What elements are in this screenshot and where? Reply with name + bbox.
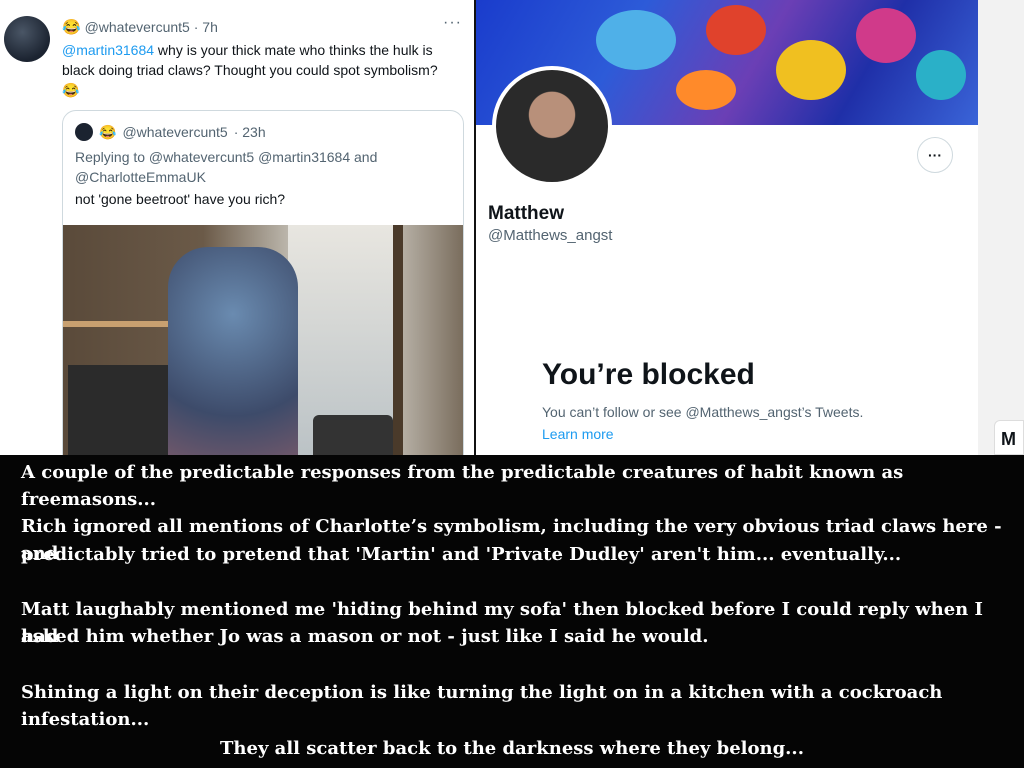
banner-shape bbox=[856, 8, 916, 63]
quoted-tweet[interactable]: 😂 @whatevercunt5 · 23h Replying to @what… bbox=[62, 110, 464, 455]
banner-shape bbox=[706, 5, 766, 55]
caption-line: A couple of the predictable responses fr… bbox=[21, 462, 904, 510]
laughing-emoji-icon: 😂 bbox=[62, 82, 80, 98]
caption-line: Shining a light on their deception is li… bbox=[21, 682, 943, 730]
more-options-icon[interactable]: ··· bbox=[917, 137, 953, 173]
blocked-subtitle: You can’t follow or see @Matthews_angst’… bbox=[542, 404, 864, 420]
laughing-emoji-icon: 😂 bbox=[62, 19, 81, 36]
banner-shape bbox=[676, 70, 736, 110]
user-avatar[interactable] bbox=[4, 16, 50, 62]
window-frame bbox=[393, 225, 403, 455]
caption-line: They all scatter back to the darkness wh… bbox=[220, 738, 804, 759]
quote-handle: @whatevercunt5 bbox=[122, 124, 228, 140]
quote-photo[interactable] bbox=[63, 225, 463, 455]
tweet-header: 😂 @whatevercunt5 · 7h bbox=[62, 18, 218, 36]
caption-line: predictably tried to pretend that 'Marti… bbox=[21, 544, 902, 565]
profile-handle: @Matthews_angst bbox=[488, 227, 613, 244]
tweet-text: @martin31684 why is your thick mate who … bbox=[62, 40, 462, 100]
caption-block: A couple of the predictable responses fr… bbox=[0, 455, 1024, 768]
replying-to: Replying to @whatevercunt5 @martin31684 … bbox=[75, 149, 378, 185]
tweet-time[interactable]: · 7h bbox=[194, 19, 218, 35]
banner-shape bbox=[596, 10, 676, 70]
learn-more-link[interactable]: Learn more bbox=[542, 426, 614, 442]
profile-avatar[interactable] bbox=[492, 66, 612, 186]
couch bbox=[313, 415, 393, 455]
quote-text: not 'gone beetroot' have you rich? bbox=[75, 191, 286, 207]
quote-header: 😂 @whatevercunt5 · 23h bbox=[75, 123, 266, 141]
banner-shape bbox=[916, 50, 966, 100]
person-figure bbox=[168, 247, 298, 455]
side-strip: M bbox=[978, 0, 1024, 455]
profile-name: Matthew bbox=[488, 203, 564, 224]
quote-avatar bbox=[75, 123, 93, 141]
profile-panel: ··· Matthew @Matthews_angst You’re block… bbox=[476, 0, 1024, 455]
more-options-icon[interactable]: ··· bbox=[443, 14, 462, 32]
caption-line: asked him whether Jo was a mason or not … bbox=[21, 626, 709, 647]
laughing-emoji-icon: 😂 bbox=[99, 123, 117, 140]
banner-shape bbox=[776, 40, 846, 100]
tweet-panel: 😂 @whatevercunt5 · 7h ··· @martin31684 w… bbox=[0, 0, 476, 455]
edge-card[interactable]: M bbox=[994, 420, 1024, 455]
tweet-handle[interactable]: @whatevercunt5 bbox=[85, 19, 190, 35]
blocked-title: You’re blocked bbox=[542, 358, 755, 391]
quote-time: · 23h bbox=[233, 124, 266, 140]
mention-link[interactable]: @martin31684 bbox=[62, 42, 154, 58]
